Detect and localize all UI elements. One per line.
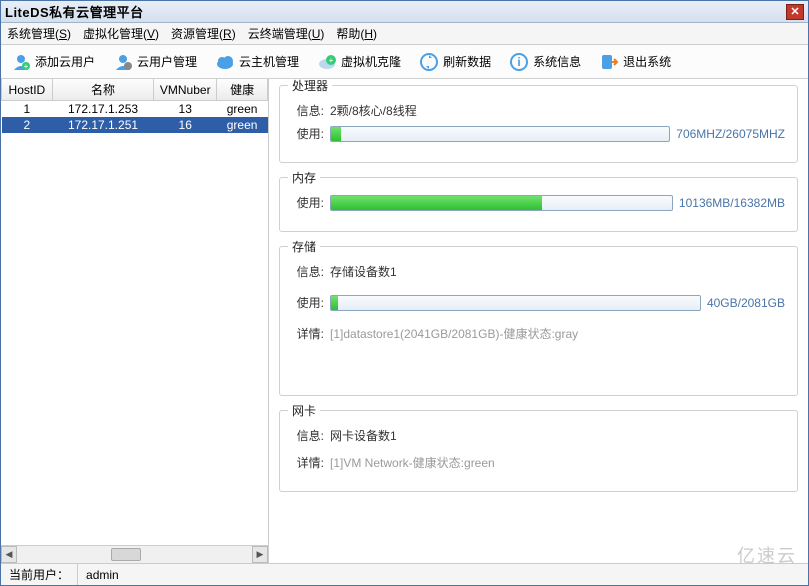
cell-name: 172.17.1.251	[52, 117, 154, 133]
storage-usage-bar	[330, 295, 701, 311]
user-gear-blue-icon	[113, 52, 133, 72]
statusbar: 当前用户： admin	[1, 563, 808, 585]
cpu-usage-label: 使用:	[292, 125, 324, 142]
svg-text:i: i	[517, 55, 520, 69]
tool-label: 系统信息	[533, 53, 581, 70]
toolbar: + 添加云用户 云用户管理 云主机管理 + 虚拟机克隆 刷新数据 i 系统信息 退出系统	[1, 45, 808, 79]
memory-usage-label: 使用:	[292, 194, 324, 211]
tool-label: 刷新数据	[443, 53, 491, 70]
cpu-usage-value: 706MHZ/26075MHZ	[676, 127, 785, 141]
cpu-info-value: 2颗/8核心/8线程	[330, 102, 417, 119]
cell-health: green	[217, 117, 268, 133]
tool-label: 云用户管理	[137, 53, 197, 70]
clone-green-icon: +	[317, 52, 337, 72]
table-row[interactable]: 1172.17.1.25313green	[2, 101, 268, 118]
tool-label: 云主机管理	[239, 53, 299, 70]
window-title: LiteDS私有云管理平台	[5, 2, 144, 21]
storage-info-value: 存储设备数1	[330, 263, 397, 280]
table-row[interactable]: 2172.17.1.25116green	[2, 117, 268, 133]
cell-name: 172.17.1.253	[52, 101, 154, 118]
menu-4[interactable]: 帮助(H)	[336, 25, 377, 42]
cell-hostid: 1	[2, 101, 53, 118]
memory-group: 内存 使用: 10136MB/16382MB	[279, 177, 798, 232]
col-2[interactable]: VMNuber	[154, 79, 217, 101]
titlebar: LiteDS私有云管理平台 ✕	[1, 1, 808, 23]
info-blue-icon: i	[509, 52, 529, 72]
storage-detail-value: [1]datastore1(2041GB/2081GB)-健康状态:gray	[330, 325, 578, 342]
svg-text:+: +	[329, 56, 334, 65]
cpu-group: 处理器 信息: 2颗/8核心/8线程 使用: 706MHZ/26075MHZ	[279, 85, 798, 163]
storage-group: 存储 信息: 存储设备数1 使用: 40GB/2081GB 详情: [1]dat…	[279, 246, 798, 396]
close-button[interactable]: ✕	[786, 4, 804, 20]
menubar: 系统管理(S) 虚拟化管理(V) 资源管理(R) 云终端管理(U) 帮助(H)	[1, 23, 808, 45]
nic-info-label: 信息:	[292, 427, 324, 444]
menu-1[interactable]: 虚拟化管理(V)	[83, 25, 159, 42]
memory-usage-value: 10136MB/16382MB	[679, 196, 785, 210]
status-user-label: 当前用户：	[1, 564, 78, 585]
storage-legend: 存储	[288, 238, 320, 255]
nic-group: 网卡 信息: 网卡设备数1 详情: [1]VM Network-健康状态:gre…	[279, 410, 798, 492]
tool-user-plus-blue[interactable]: + 添加云用户	[5, 50, 101, 74]
tool-label: 退出系统	[623, 53, 671, 70]
cloud-blue-icon	[215, 52, 235, 72]
tool-label: 添加云用户	[35, 53, 95, 70]
tool-user-gear-blue[interactable]: 云用户管理	[107, 50, 203, 74]
cpu-legend: 处理器	[288, 79, 332, 94]
memory-usage-bar	[330, 195, 673, 211]
host-table[interactable]: HostID名称VMNuber健康 1172.17.1.25313green21…	[1, 79, 268, 545]
storage-usage-label: 使用:	[292, 294, 324, 311]
cell-vmnum: 13	[154, 101, 217, 118]
menu-2[interactable]: 资源管理(R)	[171, 25, 236, 42]
nic-detail-value: [1]VM Network-健康状态:green	[330, 454, 495, 471]
storage-detail-label: 详情:	[292, 325, 324, 342]
cell-health: green	[217, 101, 268, 118]
tool-label: 虚拟机克隆	[341, 53, 401, 70]
tool-clone-green[interactable]: + 虚拟机克隆	[311, 50, 407, 74]
status-user-value: admin	[78, 564, 808, 585]
col-0[interactable]: HostID	[2, 79, 53, 101]
col-1[interactable]: 名称	[52, 79, 154, 101]
nic-info-value: 网卡设备数1	[330, 427, 397, 444]
exit-blue-icon	[599, 52, 619, 72]
cell-vmnum: 16	[154, 117, 217, 133]
menu-0[interactable]: 系统管理(S)	[7, 25, 71, 42]
memory-legend: 内存	[288, 169, 320, 186]
tool-refresh-blue[interactable]: 刷新数据	[413, 50, 497, 74]
svg-text:+: +	[24, 62, 29, 71]
cpu-usage-bar	[330, 126, 670, 142]
host-list-panel: HostID名称VMNuber健康 1172.17.1.25313green21…	[1, 79, 269, 563]
tool-info-blue[interactable]: i 系统信息	[503, 50, 587, 74]
tool-cloud-blue[interactable]: 云主机管理	[209, 50, 305, 74]
scroll-left-arrow[interactable]: ◀	[1, 546, 17, 563]
scroll-thumb[interactable]	[111, 548, 141, 561]
detail-panel: 处理器 信息: 2颗/8核心/8线程 使用: 706MHZ/26075MHZ 内…	[269, 79, 808, 563]
horizontal-scrollbar[interactable]: ◀ ▶	[1, 545, 268, 563]
nic-legend: 网卡	[288, 402, 320, 419]
menu-3[interactable]: 云终端管理(U)	[248, 25, 325, 42]
storage-info-label: 信息:	[292, 263, 324, 280]
user-plus-blue-icon: +	[11, 52, 31, 72]
cell-hostid: 2	[2, 117, 53, 133]
scroll-right-arrow[interactable]: ▶	[252, 546, 268, 563]
refresh-blue-icon	[419, 52, 439, 72]
col-3[interactable]: 健康	[217, 79, 268, 101]
storage-usage-value: 40GB/2081GB	[707, 296, 785, 310]
cpu-info-label: 信息:	[292, 102, 324, 119]
nic-detail-label: 详情:	[292, 454, 324, 471]
tool-exit-blue[interactable]: 退出系统	[593, 50, 677, 74]
